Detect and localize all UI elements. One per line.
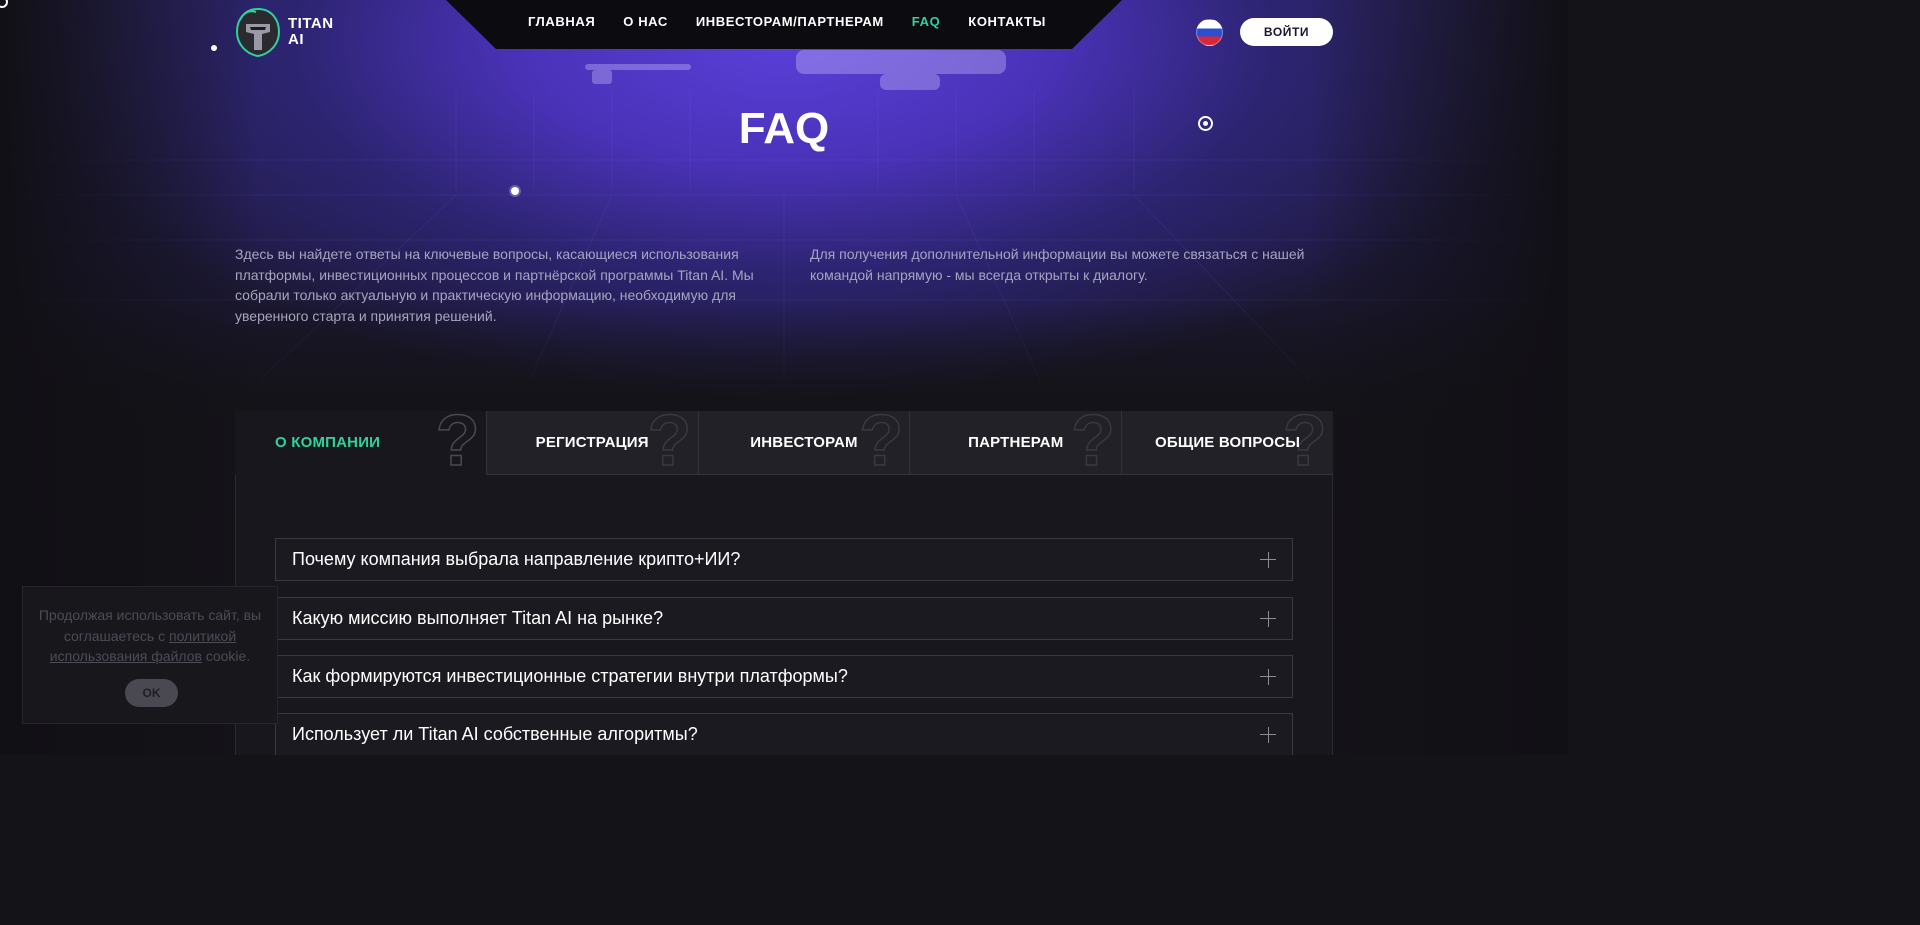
tab-registration[interactable]: ? РЕГИСТРАЦИЯ <box>486 411 699 475</box>
faq-question: Какую миссию выполняет Titan AI на рынке… <box>292 608 664 628</box>
faq-question: Использует ли Titan AI собственные алгор… <box>292 724 698 744</box>
nav-item-contacts[interactable]: КОНТАКТЫ <box>968 14 1046 29</box>
titan-helmet-icon <box>235 7 281 58</box>
plus-icon[interactable] <box>1260 551 1276 568</box>
plus-icon[interactable] <box>1260 610 1276 627</box>
cookie-ok-button[interactable]: OK <box>125 679 178 707</box>
decor-dot <box>211 45 217 51</box>
faq-item[interactable]: Какую миссию выполняет Titan AI на рынке… <box>275 597 1293 640</box>
question-mark-icon: ? <box>435 411 480 475</box>
tab-label: ИНВЕСТОРАМ <box>750 434 858 451</box>
tab-label: РЕГИСТРАЦИЯ <box>535 434 649 451</box>
logo-text: TITAN AI <box>288 16 334 48</box>
question-mark-icon: ? <box>647 411 692 475</box>
logo[interactable]: TITAN AI <box>234 6 334 58</box>
tab-label: ПАРТНЕРАМ <box>968 434 1064 451</box>
faq-tabs: ? О КОМПАНИИ ? РЕГИСТРАЦИЯ ? ИНВЕСТОРАМ … <box>235 411 1333 475</box>
page-title: FAQ <box>738 104 830 153</box>
question-mark-icon: ? <box>1070 411 1116 475</box>
faq-item[interactable]: Как формируются инвестиционные стратегии… <box>275 655 1293 698</box>
tab-label: ОБЩИЕ ВОПРОСЫ <box>1154 434 1301 451</box>
faq-question: Как формируются инвестиционные стратегии… <box>292 666 848 686</box>
tab-general-questions[interactable]: ? ОБЩИЕ ВОПРОСЫ <box>1122 411 1333 475</box>
main-nav: ГЛАВНАЯ О НАС ИНВЕСТОРАМ/ПАРТНЕРАМ FAQ К… <box>528 14 1046 29</box>
russia-flag-icon[interactable] <box>1196 19 1223 46</box>
nav-item-faq[interactable]: FAQ <box>912 14 941 29</box>
nav-item-investors-partners[interactable]: ИНВЕСТОРАМ/ПАРТНЕРАМ <box>696 14 884 29</box>
tab-about-company[interactable]: ? О КОМПАНИИ <box>235 411 487 475</box>
intro-text-left: Здесь вы найдете ответы на ключевые вопр… <box>235 246 754 324</box>
faq-item[interactable]: Почему компания выбрала направление крип… <box>275 538 1293 581</box>
login-button[interactable]: ВОЙТИ <box>1240 18 1333 46</box>
decor-dot <box>511 187 519 195</box>
tab-label: О КОМПАНИИ <box>275 434 381 451</box>
logo-line-2: AI <box>288 31 304 48</box>
page: TITAN AI ГЛАВНАЯ О НАС ИНВЕСТОРАМ/ПАРТНЕ… <box>0 0 1568 755</box>
cookie-banner: Продолжая использовать сайт, вы соглашае… <box>22 586 278 724</box>
question-mark-icon: ? <box>858 411 904 475</box>
tab-partners[interactable]: ? ПАРТНЕРАМ <box>910 411 1123 475</box>
intro-text-right: Для получения дополнительной информации … <box>810 246 1305 283</box>
plus-icon[interactable] <box>1260 668 1276 685</box>
tab-investors[interactable]: ? ИНВЕСТОРАМ <box>698 411 911 475</box>
logo-line-1: TITAN <box>288 15 334 32</box>
nav-item-home[interactable]: ГЛАВНАЯ <box>528 14 595 29</box>
plus-icon[interactable] <box>1260 726 1276 743</box>
faq-item[interactable]: Использует ли Titan AI собственные алгор… <box>275 713 1293 755</box>
faq-question: Почему компания выбрала направление крип… <box>292 549 741 569</box>
cookie-text-end: cookie. <box>201 648 251 664</box>
nav-item-about[interactable]: О НАС <box>623 14 668 29</box>
